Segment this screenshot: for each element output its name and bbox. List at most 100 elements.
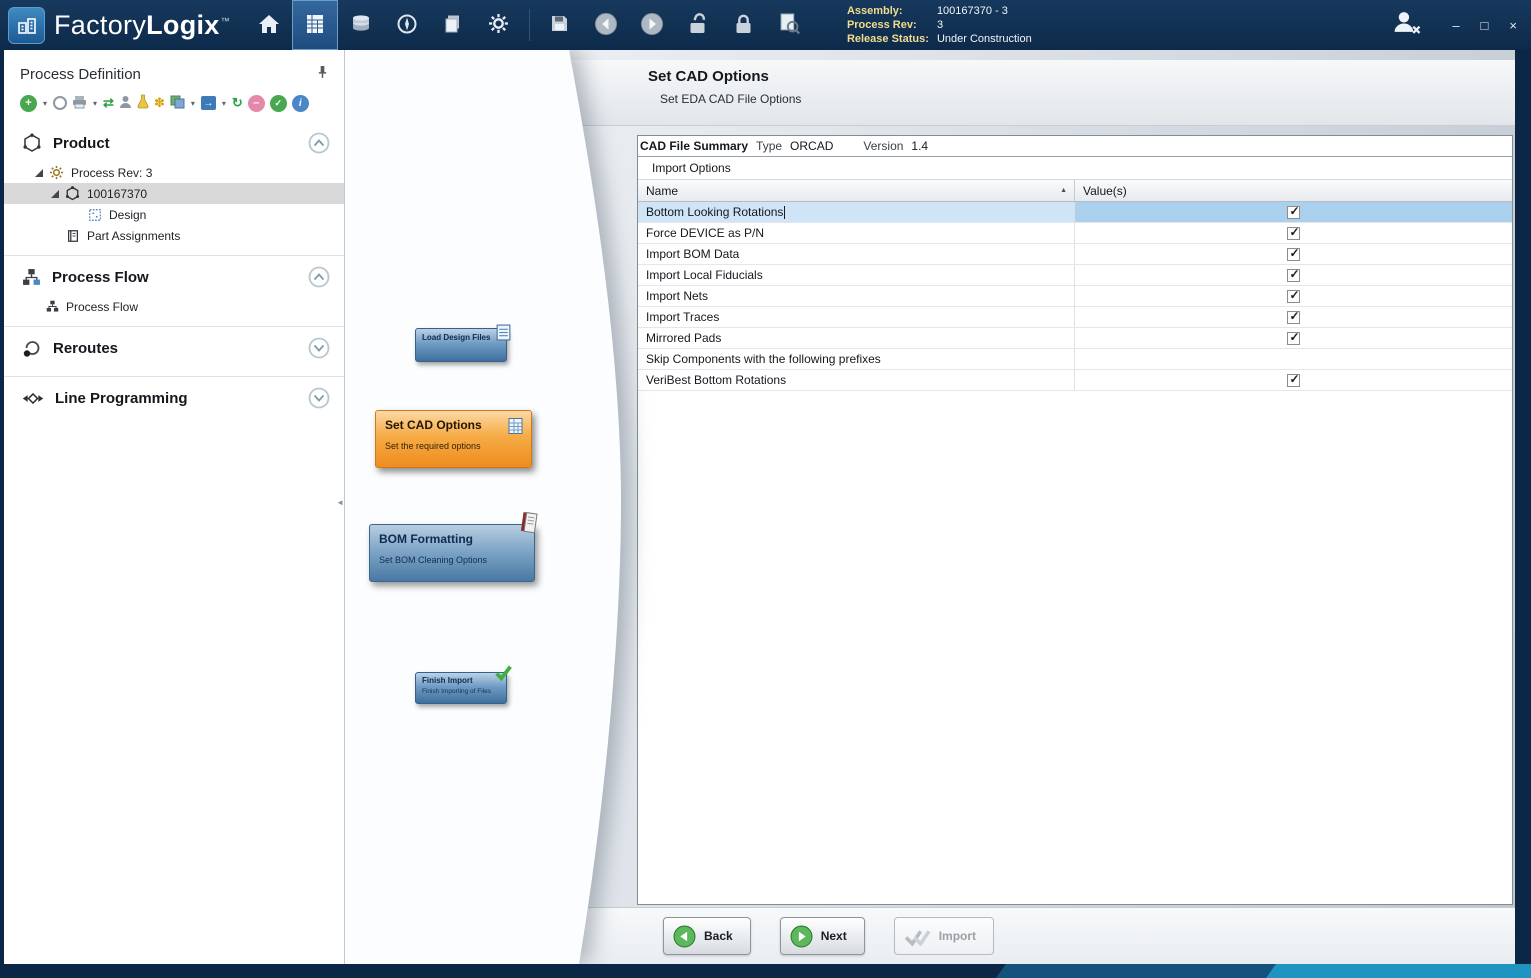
type-value: ORCAD: [790, 139, 833, 153]
version-value: 1.4: [911, 139, 928, 153]
flower-icon[interactable]: ✽: [154, 96, 165, 110]
wizard-step-set-cad-options[interactable]: Set CAD Options Set the required options: [375, 410, 532, 468]
wizard-step-load-design-files[interactable]: Load Design Files: [415, 328, 507, 362]
tree-item-part-assignments[interactable]: Part Assignments: [4, 225, 344, 246]
dropdown-caret-icon[interactable]: ▾: [222, 99, 226, 108]
accept-icon[interactable]: ✓: [270, 95, 287, 112]
tree-item-label: Process Flow: [66, 300, 138, 314]
lock-button[interactable]: [721, 0, 767, 50]
globe-icon[interactable]: [53, 96, 67, 110]
sync-icon[interactable]: ↻: [232, 96, 243, 110]
info-icon[interactable]: i: [292, 95, 309, 112]
column-header-name-label: Name: [646, 184, 678, 198]
column-header-name[interactable]: Name ▲: [638, 180, 1075, 201]
process-definition-button[interactable]: [292, 0, 338, 50]
section-reroutes-label[interactable]: Reroutes: [53, 340, 118, 357]
settings-button[interactable]: [476, 0, 522, 50]
section-line-programming-label[interactable]: Line Programming: [55, 390, 188, 407]
save-button[interactable]: [537, 0, 583, 50]
import-button[interactable]: Import: [894, 917, 994, 955]
column-header-values-label: Value(s): [1083, 184, 1127, 198]
dropdown-caret-icon[interactable]: ▾: [93, 99, 97, 108]
row-checkbox[interactable]: [1287, 227, 1300, 240]
unlock-button[interactable]: [675, 0, 721, 50]
table-row[interactable]: Import Nets: [638, 286, 1512, 307]
wizard-step-title: Set CAD Options: [385, 418, 522, 432]
assembly-value: 100167370 - 3: [937, 5, 1008, 17]
back-button-label: Back: [704, 929, 733, 943]
undo-button[interactable]: [583, 0, 629, 50]
maximize-button[interactable]: □: [1481, 19, 1489, 32]
dropdown-caret-icon[interactable]: ▾: [43, 99, 47, 108]
version-label: Version: [863, 139, 903, 153]
window-footer: [0, 964, 1531, 978]
row-name: VeriBest Bottom Rotations: [646, 373, 786, 387]
row-checkbox[interactable]: [1287, 374, 1300, 387]
table-row[interactable]: Mirrored Pads: [638, 328, 1512, 349]
table-row[interactable]: Force DEVICE as P/N: [638, 223, 1512, 244]
row-name: Bottom Looking Rotations: [646, 205, 783, 219]
forward-circle-icon: [640, 12, 664, 39]
table-row[interactable]: VeriBest Bottom Rotations: [638, 370, 1512, 391]
row-checkbox[interactable]: [1287, 269, 1300, 282]
transfer-arrows-icon[interactable]: ⇄: [103, 96, 114, 110]
wizard-step-bom-formatting[interactable]: BOM Formatting Set BOM Cleaning Options: [369, 524, 535, 582]
minimize-button[interactable]: –: [1452, 19, 1459, 32]
section-product-label[interactable]: Product: [53, 135, 110, 152]
factorylogix-logo-icon: [8, 7, 45, 44]
row-checkbox[interactable]: [1287, 248, 1300, 261]
table-row[interactable]: Import Traces: [638, 307, 1512, 328]
add-icon[interactable]: +: [20, 95, 37, 112]
app-title: FactoryLogix™: [54, 10, 230, 41]
user-icon[interactable]: [119, 95, 132, 112]
row-checkbox[interactable]: [1287, 332, 1300, 345]
table-row[interactable]: Skip Components with the following prefi…: [638, 349, 1512, 370]
column-header-values[interactable]: Value(s): [1075, 180, 1512, 201]
layers-icon[interactable]: [170, 95, 185, 112]
gear-icon: [488, 13, 509, 37]
cad-file-summary-bar: CAD File Summary Type ORCAD Version 1.4: [638, 136, 1512, 157]
tree-item-design[interactable]: Design: [4, 204, 344, 225]
row-checkbox[interactable]: [1287, 206, 1300, 219]
expand-down-button[interactable]: [308, 337, 330, 359]
tree-item-process-rev[interactable]: Process Rev: 3: [4, 162, 344, 183]
close-button[interactable]: ×: [1509, 19, 1517, 32]
user-signout-icon[interactable]: [1390, 9, 1422, 41]
print-icon[interactable]: [72, 95, 87, 112]
tree-item-process-flow[interactable]: Process Flow: [4, 296, 344, 317]
row-name: Import Traces: [646, 310, 719, 324]
text-cursor: [784, 206, 785, 219]
production-button[interactable]: [384, 0, 430, 50]
row-checkbox[interactable]: [1287, 290, 1300, 303]
section-process-flow-label[interactable]: Process Flow: [52, 269, 149, 286]
back-button[interactable]: Back: [663, 917, 751, 955]
pin-icon[interactable]: [317, 64, 328, 84]
expander-icon[interactable]: [48, 190, 62, 198]
table-row[interactable]: Import BOM Data: [638, 244, 1512, 265]
expand-down-button[interactable]: [308, 387, 330, 409]
splitter-collapse-handle[interactable]: ◄: [336, 498, 344, 507]
table-row[interactable]: Import Local Fiducials: [638, 265, 1512, 286]
dropdown-caret-icon[interactable]: ▾: [191, 99, 195, 108]
table-row[interactable]: Bottom Looking Rotations: [638, 202, 1512, 223]
flask-icon[interactable]: [137, 94, 149, 112]
documents-button[interactable]: [430, 0, 476, 50]
wizard-step-finish-import[interactable]: Finish Import Finish Importing of Files: [415, 672, 507, 704]
design-grid-icon: [88, 208, 102, 222]
next-button[interactable]: Next: [780, 917, 865, 955]
expander-icon[interactable]: [32, 169, 46, 177]
row-checkbox[interactable]: [1287, 311, 1300, 324]
redo-button[interactable]: [629, 0, 675, 50]
materials-button[interactable]: [338, 0, 384, 50]
home-button[interactable]: [246, 0, 292, 50]
green-check-icon: [494, 664, 513, 681]
export-icon[interactable]: →: [201, 96, 216, 110]
collapse-up-button[interactable]: [308, 132, 330, 154]
wizard-step-subtitle: Set the required options: [385, 441, 522, 451]
collapse-up-button[interactable]: [308, 266, 330, 288]
wizard-step-title: Finish Import: [422, 676, 500, 685]
audit-search-button[interactable]: [767, 0, 813, 50]
process-rev-label: Process Rev:: [847, 18, 937, 32]
remove-icon[interactable]: –: [248, 95, 265, 112]
tree-item-assembly[interactable]: 100167370: [4, 183, 344, 204]
